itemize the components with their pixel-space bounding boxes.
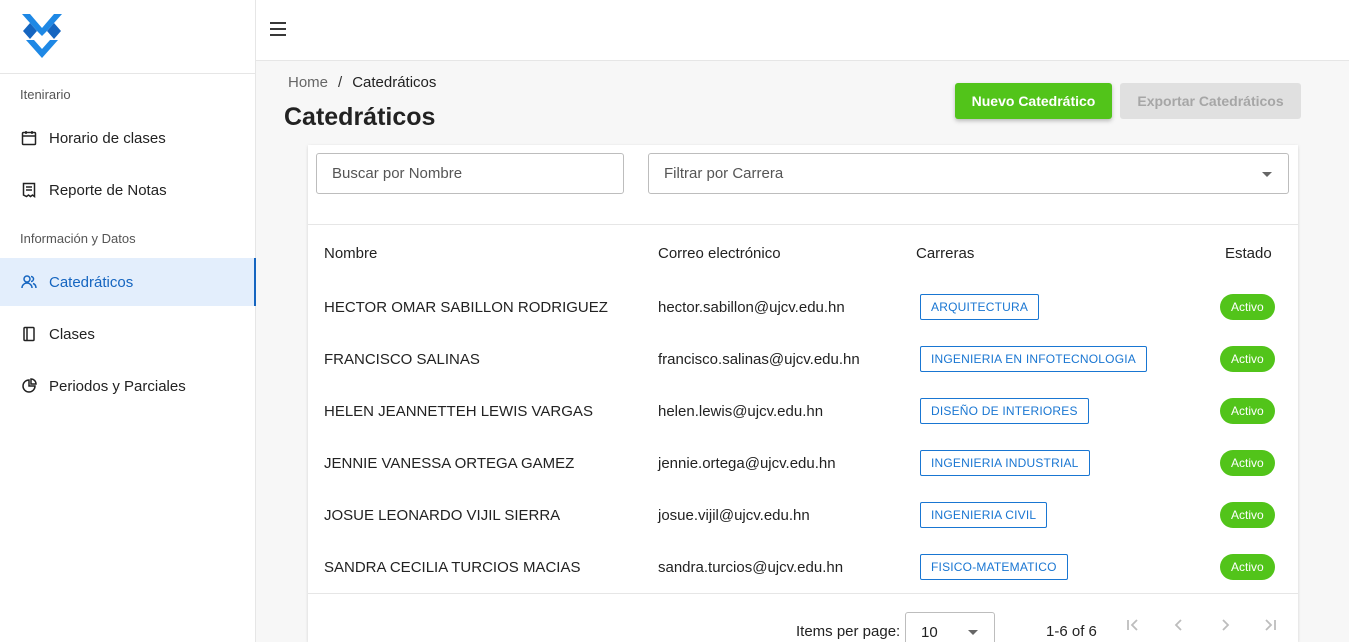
cell-name: HELEN JEANNETTEH LEWIS VARGAS bbox=[324, 402, 593, 420]
chevron-down-icon bbox=[1262, 172, 1272, 177]
cell-email: jennie.ortega@ujcv.edu.hn bbox=[658, 454, 836, 472]
sidebar-item-label: Clases bbox=[49, 325, 95, 343]
sidebar-item-periodos[interactable]: Periodos y Parciales bbox=[0, 362, 256, 410]
breadcrumb-current: Catedráticos bbox=[352, 74, 437, 91]
sidebar-item-label: Reporte de Notas bbox=[49, 181, 167, 199]
cell-name: HECTOR OMAR SABILLON RODRIGUEZ bbox=[324, 298, 608, 316]
report-icon bbox=[20, 181, 38, 199]
search-input[interactable] bbox=[316, 153, 624, 194]
logo-area bbox=[0, 0, 255, 74]
calendar-icon bbox=[20, 129, 38, 147]
pie-chart-icon bbox=[20, 377, 38, 395]
sidebar-item-label: Catedráticos bbox=[49, 273, 134, 291]
sidebar-item-horario[interactable]: Horario de clases bbox=[0, 114, 256, 162]
cell-email: hector.sabillon@ujcv.edu.hn bbox=[658, 298, 845, 316]
career-filter-placeholder: Filtrar por Carrera bbox=[664, 165, 784, 182]
sidebar-item-label: Horario de clases bbox=[49, 129, 166, 147]
status-badge: Activo bbox=[1220, 554, 1275, 580]
status-badge: Activo bbox=[1220, 294, 1275, 320]
column-header-name[interactable]: Nombre bbox=[324, 245, 377, 262]
sidebar-item-label: Periodos y Parciales bbox=[49, 377, 186, 395]
cell-email: francisco.salinas@ujcv.edu.hn bbox=[658, 350, 860, 368]
column-header-status[interactable]: Estado bbox=[1225, 245, 1272, 262]
sidebar: Itenirario Horario de clases Reporte de … bbox=[0, 0, 256, 642]
hamburger-menu-icon[interactable] bbox=[269, 20, 287, 38]
status-badge: Activo bbox=[1220, 502, 1275, 528]
new-catedratico-button[interactable]: Nuevo Catedrático bbox=[955, 83, 1112, 119]
career-chip: ARQUITECTURA bbox=[920, 294, 1040, 320]
last-page-icon[interactable] bbox=[1260, 615, 1280, 635]
items-per-page-value: 10 bbox=[921, 623, 938, 641]
app-logo[interactable] bbox=[20, 10, 64, 60]
cell-email: sandra.turcios@ujcv.edu.hn bbox=[658, 558, 844, 576]
previous-page-icon[interactable] bbox=[1169, 615, 1189, 635]
section-label-info: Información y Datos bbox=[20, 231, 136, 246]
top-bar bbox=[256, 0, 1349, 61]
table-row[interactable]: SANDRA CECILIA TURCIOS MACIAS sandra.tur… bbox=[308, 541, 1298, 593]
status-badge: Activo bbox=[1220, 346, 1275, 372]
sidebar-item-catedraticos[interactable]: Catedráticos bbox=[0, 258, 256, 306]
items-per-page-label: Items per page: bbox=[796, 623, 901, 640]
pagination-range: 1-6 of 6 bbox=[1046, 623, 1097, 640]
users-icon bbox=[20, 273, 38, 291]
cell-name: JENNIE VANESSA ORTEGA GAMEZ bbox=[324, 454, 575, 472]
catedraticos-card: Filtrar por Carrera Nombre Correo electr… bbox=[308, 145, 1298, 642]
next-page-icon[interactable] bbox=[1215, 615, 1235, 635]
cell-email: helen.lewis@ujcv.edu.hn bbox=[658, 402, 824, 420]
section-label-itinerary: Itenirario bbox=[20, 87, 71, 102]
table-row[interactable]: FRANCISCO SALINAS francisco.salinas@ujcv… bbox=[308, 333, 1298, 385]
breadcrumb-separator: / bbox=[338, 74, 343, 91]
page-title: Catedráticos bbox=[284, 103, 436, 131]
career-chip: FISICO-MATEMATICO bbox=[920, 554, 1068, 580]
cell-name: SANDRA CECILIA TURCIOS MACIAS bbox=[324, 558, 581, 576]
table-row[interactable]: HECTOR OMAR SABILLON RODRIGUEZ hector.sa… bbox=[308, 281, 1298, 333]
career-chip: INGENIERIA CIVIL bbox=[920, 502, 1048, 528]
career-chip: DISEÑO DE INTERIORES bbox=[920, 398, 1089, 424]
table-row[interactable]: JENNIE VANESSA ORTEGA GAMEZ jennie.orteg… bbox=[308, 437, 1298, 489]
career-filter-select[interactable]: Filtrar por Carrera bbox=[648, 153, 1289, 194]
table-row[interactable]: JOSUE LEONARDO VIJIL SIERRA josue.vijil@… bbox=[308, 489, 1298, 541]
book-icon bbox=[20, 325, 38, 343]
cell-name: FRANCISCO SALINAS bbox=[324, 350, 480, 368]
column-header-email[interactable]: Correo electrónico bbox=[658, 245, 781, 262]
divider bbox=[308, 224, 1298, 225]
first-page-icon[interactable] bbox=[1123, 615, 1143, 635]
items-per-page-select[interactable]: 10 bbox=[905, 612, 995, 642]
sidebar-item-reporte[interactable]: Reporte de Notas bbox=[0, 166, 256, 214]
table-row[interactable]: HELEN JEANNETTEH LEWIS VARGAS helen.lewi… bbox=[308, 385, 1298, 437]
career-chip: INGENIERIA EN INFOTECNOLOGIA bbox=[920, 346, 1147, 372]
divider bbox=[308, 593, 1298, 594]
export-catedraticos-button[interactable]: Exportar Catedráticos bbox=[1120, 83, 1301, 119]
cell-email: josue.vijil@ujcv.edu.hn bbox=[658, 506, 810, 524]
breadcrumb: Home / Catedráticos bbox=[288, 74, 436, 91]
status-badge: Activo bbox=[1220, 450, 1275, 476]
breadcrumb-home[interactable]: Home bbox=[288, 74, 328, 91]
chevron-down-icon bbox=[968, 630, 978, 635]
column-header-careers[interactable]: Carreras bbox=[916, 245, 974, 262]
status-badge: Activo bbox=[1220, 398, 1275, 424]
career-chip: INGENIERIA INDUSTRIAL bbox=[920, 450, 1090, 476]
cell-name: JOSUE LEONARDO VIJIL SIERRA bbox=[324, 506, 561, 524]
sidebar-item-clases[interactable]: Clases bbox=[0, 310, 256, 358]
